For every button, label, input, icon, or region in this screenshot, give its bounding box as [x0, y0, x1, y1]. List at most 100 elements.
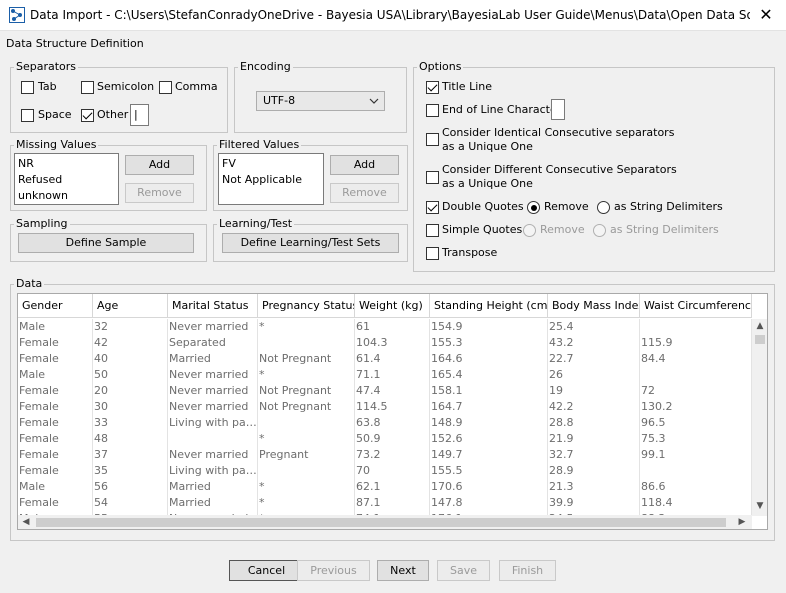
table-cell: 32.7 [548, 447, 640, 463]
other-separator-field[interactable]: | [130, 104, 149, 126]
tab-checkbox[interactable] [21, 81, 34, 94]
previous-button[interactable]: Previous [297, 560, 370, 581]
vertical-scroll-thumb[interactable] [755, 335, 765, 344]
table-row[interactable]: Female 33 Living with part... 63.8 148.9 28.8… [18, 415, 752, 431]
end-of-line-checkbox[interactable] [426, 104, 439, 117]
comma-checkbox[interactable] [159, 81, 172, 94]
table-cell: 164.7 [430, 399, 548, 415]
table-cell: Female [18, 351, 93, 367]
table-cell: 62.1 [355, 479, 430, 495]
table-row[interactable]: Male 50 Never married * 71.1 165.4 26 [18, 367, 752, 383]
table-cell: 118.4 [640, 495, 752, 511]
double-quotes-delimiters-radio[interactable] [597, 201, 610, 214]
table-cell [640, 463, 752, 479]
close-icon[interactable]: ✕ [752, 4, 780, 27]
next-button[interactable]: Next [377, 560, 429, 581]
list-item[interactable]: Refused [18, 172, 115, 188]
column-header[interactable]: Weight (kg) [355, 294, 430, 318]
table-row[interactable]: Female 54 Married * 87.1 147.8 39.9 118.4 [18, 495, 752, 511]
define-learning-test-button[interactable]: Define Learning/Test Sets [222, 233, 399, 253]
finish-button[interactable]: Finish [499, 560, 556, 581]
table-cell: 86.6 [640, 479, 752, 495]
table-row[interactable]: Female 37 Never married Pregnant 73.2 149.7 32… [18, 447, 752, 463]
other-checkbox[interactable] [81, 109, 94, 122]
encoding-value: UTF-8 [263, 94, 296, 107]
table-cell: * [258, 319, 355, 335]
table-cell: Separated [168, 335, 258, 351]
data-title: Data [14, 277, 45, 291]
table-cell: 61 [355, 319, 430, 335]
column-header[interactable]: Body Mass Index [548, 294, 640, 318]
identical-consecutive-label-2: as a Unique One [442, 140, 533, 153]
horizontal-scroll-thumb[interactable] [36, 518, 726, 527]
table-cell: 63.8 [355, 415, 430, 431]
end-of-line-field[interactable] [551, 99, 565, 120]
filtered-remove-button[interactable]: Remove [330, 183, 399, 203]
table-cell: * [258, 431, 355, 447]
scroll-down-icon[interactable]: ▼ [752, 499, 767, 514]
transpose-checkbox[interactable] [426, 247, 439, 260]
table-cell [640, 319, 752, 335]
simple-quotes-remove-radio[interactable] [523, 224, 536, 237]
simple-quotes-label: Simple Quotes [442, 223, 523, 236]
table-row[interactable]: Male 32 Never married * 61 154.9 25.4 [18, 319, 752, 335]
vertical-scrollbar[interactable]: ▲ ▼ [752, 319, 767, 516]
list-item[interactable]: FV [222, 156, 320, 172]
horizontal-scrollbar[interactable]: ◀ ▶ [18, 515, 752, 529]
simple-quotes-delimiters-radio[interactable] [593, 224, 606, 237]
table-cell: 30 [93, 399, 168, 415]
table-header: Gender Age Marital Status Pregnancy Status W… [18, 294, 752, 318]
column-header[interactable]: Age [93, 294, 168, 318]
table-cell: 43.2 [548, 335, 640, 351]
table-row[interactable]: Female 35 Living with part... 70 155.5 28.9 [18, 463, 752, 479]
missing-remove-button[interactable]: Remove [125, 183, 194, 203]
filtered-add-button[interactable]: Add [330, 155, 399, 175]
missing-add-button[interactable]: Add [125, 155, 194, 175]
table-row[interactable]: Male 56 Married * 62.1 170.6 21.3 86.6 [18, 479, 752, 495]
space-checkbox[interactable] [21, 109, 34, 122]
missing-values-title: Missing Values [14, 138, 99, 152]
identical-consecutive-checkbox[interactable] [426, 133, 439, 146]
column-header[interactable]: Gender [18, 294, 93, 318]
title-bar: Data Import - C:\Users\StefanConradyOneD… [0, 0, 786, 31]
scroll-up-icon[interactable]: ▲ [752, 319, 767, 334]
table-cell: 21.9 [548, 431, 640, 447]
title-line-checkbox[interactable] [426, 81, 439, 94]
different-consecutive-label-2: as a Unique One [442, 177, 533, 190]
column-header[interactable]: Pregnancy Status [258, 294, 355, 318]
list-item[interactable]: unknown [18, 188, 115, 204]
column-header[interactable]: Marital Status [168, 294, 258, 318]
table-row[interactable]: Female 30 Never married Not Pregnant 114.5 16… [18, 399, 752, 415]
filtered-values-list[interactable]: FV Not Applicable [218, 153, 324, 205]
table-cell [168, 431, 258, 447]
double-quotes-remove-radio[interactable] [527, 201, 540, 214]
table-row[interactable]: Female 40 Married Not Pregnant 61.4 164.6 22.7… [18, 351, 752, 367]
table-cell: 42 [93, 335, 168, 351]
simple-quotes-checkbox[interactable] [426, 224, 439, 237]
table-cell: 21.3 [548, 479, 640, 495]
table-cell: Married [168, 495, 258, 511]
table-cell: 170.6 [430, 479, 548, 495]
column-header[interactable]: Waist Circumference (c [640, 294, 752, 318]
column-header[interactable]: Standing Height (cm) [430, 294, 548, 318]
cancel-button[interactable]: Cancel [229, 560, 304, 581]
simple-quotes-delimiters-label: as String Delimiters [610, 223, 719, 236]
table-row[interactable]: Female 42 Separated 104.3 155.3 43.2 115.9 [18, 335, 752, 351]
different-consecutive-checkbox[interactable] [426, 171, 439, 184]
table-cell: 148.9 [430, 415, 548, 431]
semicolon-checkbox[interactable] [81, 81, 94, 94]
list-item[interactable]: Not Applicable [222, 172, 320, 188]
table-cell: 147.8 [430, 495, 548, 511]
list-item[interactable]: NR [18, 156, 115, 172]
data-table[interactable]: Gender Age Marital Status Pregnancy Status W… [17, 293, 768, 530]
scroll-right-icon[interactable]: ▶ [734, 515, 750, 529]
table-row[interactable]: Female 48 * 50.9 152.6 21.9 75.3 [18, 431, 752, 447]
table-cell: * [258, 367, 355, 383]
double-quotes-checkbox[interactable] [426, 201, 439, 214]
scroll-left-icon[interactable]: ◀ [18, 515, 34, 529]
save-button[interactable]: Save [437, 560, 490, 581]
encoding-select[interactable]: UTF-8 [256, 91, 385, 111]
table-row[interactable]: Female 20 Never married Not Pregnant 47.4 158… [18, 383, 752, 399]
missing-values-list[interactable]: NR Refused unknown [14, 153, 119, 205]
define-sample-button[interactable]: Define Sample [18, 233, 194, 253]
